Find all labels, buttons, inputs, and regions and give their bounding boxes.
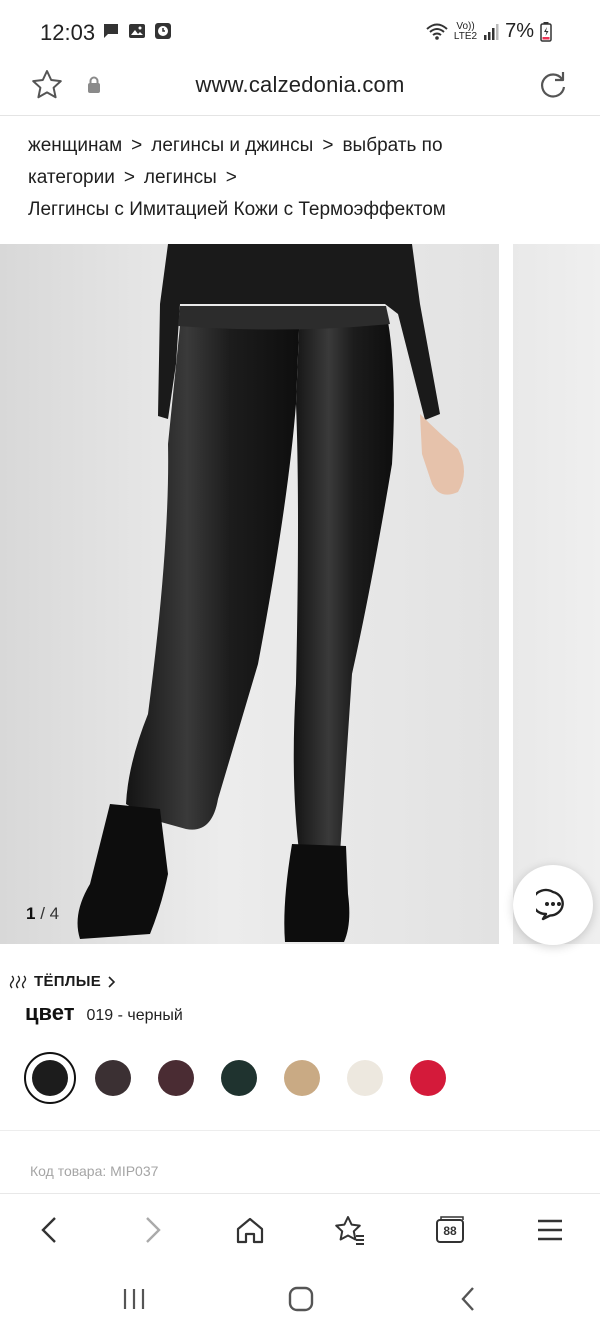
lte-label: LTE2 — [453, 30, 478, 42]
home-nav-icon[interactable] — [287, 1285, 315, 1313]
photo-index: 1 — [26, 904, 36, 923]
volte-label: Vo)) — [456, 20, 475, 32]
breadcrumb-link-leggings[interactable]: легинсы — [144, 167, 217, 188]
status-time: 12:03 — [40, 20, 96, 45]
breadcrumb-separator: > — [322, 135, 334, 156]
color-row: цвет 019 - черный — [25, 1000, 183, 1026]
heat-waves-icon — [9, 975, 27, 988]
back-nav-icon[interactable] — [455, 1285, 483, 1313]
product-gallery[interactable]: 1 / 4 — [0, 244, 600, 945]
breadcrumb-current: Леггинсы с Имитацией Кожи с Термоэффекто… — [28, 199, 446, 220]
color-swatch[interactable] — [339, 1052, 391, 1104]
back-icon[interactable] — [34, 1214, 66, 1246]
breadcrumb-link-women[interactable]: женщинам — [28, 135, 122, 156]
browser-toolbar: 88 — [0, 1193, 600, 1265]
signal-icon — [484, 23, 499, 40]
url-text[interactable]: www.calzedonia.com — [0, 72, 600, 98]
battery-percent: 7% — [505, 20, 534, 42]
color-swatch-selected[interactable] — [24, 1052, 76, 1104]
message-icon — [104, 24, 118, 38]
warm-label: ТЁПЛЫЕ — [34, 973, 101, 990]
network-label: Vo)) LTE2 — [453, 20, 478, 42]
breadcrumb-separator: > — [131, 135, 143, 156]
tabs-button[interactable]: 88 — [434, 1214, 466, 1246]
swatch-fill — [158, 1060, 194, 1096]
photo-counter: 1 / 4 — [26, 904, 59, 924]
reload-icon[interactable] — [536, 68, 570, 102]
chat-icon — [536, 888, 564, 921]
swatch-fill — [347, 1060, 383, 1096]
breadcrumb-link-leggings-jeans[interactable]: легинсы и джинсы — [151, 135, 313, 156]
tabs-count: 88 — [443, 1224, 457, 1238]
notification-icons — [102, 22, 172, 40]
color-swatch[interactable] — [213, 1052, 265, 1104]
color-swatch[interactable] — [150, 1052, 202, 1104]
address-bar: www.calzedonia.com — [0, 62, 600, 116]
status-right: Vo)) LTE2 7% — [426, 20, 552, 43]
battery-icon — [540, 21, 552, 42]
bookmarks-icon[interactable] — [334, 1214, 366, 1246]
color-swatch[interactable] — [402, 1052, 454, 1104]
swatch-fill — [284, 1060, 320, 1096]
breadcrumb-separator: > — [225, 167, 237, 188]
color-swatch[interactable] — [276, 1052, 328, 1104]
color-title: цвет — [25, 1000, 75, 1025]
menu-icon[interactable] — [534, 1214, 566, 1246]
sku-code: Код товара: MIP037 — [30, 1163, 159, 1179]
swatch-fill — [221, 1060, 257, 1096]
color-value: 019 - черный — [86, 1007, 183, 1024]
gallery-icon — [129, 24, 145, 38]
swatch-fill — [32, 1060, 68, 1096]
color-swatches — [24, 1052, 465, 1104]
swatch-fill — [410, 1060, 446, 1096]
swatch-fill — [95, 1060, 131, 1096]
wifi-icon — [426, 23, 448, 40]
forward-icon[interactable] — [136, 1214, 168, 1246]
chat-button[interactable] — [513, 865, 593, 945]
recent-apps-icon[interactable] — [120, 1285, 148, 1313]
home-icon[interactable] — [234, 1214, 266, 1246]
status-bar: 12:03 Vo)) LTE2 7% — [0, 0, 600, 62]
product-photo[interactable]: 1 / 4 — [0, 244, 499, 944]
breadcrumb-separator: > — [123, 167, 135, 188]
next-photo-preview[interactable] — [513, 244, 600, 944]
system-navigation — [0, 1265, 600, 1332]
breadcrumb: женщинам > легинсы и джинсы > выбрать по кат… — [28, 130, 578, 226]
photo-total: / 4 — [40, 904, 60, 923]
color-swatch[interactable] — [87, 1052, 139, 1104]
chevron-right-icon — [108, 975, 116, 988]
warm-badge-link[interactable]: ТЁПЛЫЕ — [8, 973, 116, 990]
clock-app-icon — [155, 23, 171, 39]
leggings-illustration — [77, 244, 464, 942]
divider — [0, 1130, 600, 1131]
